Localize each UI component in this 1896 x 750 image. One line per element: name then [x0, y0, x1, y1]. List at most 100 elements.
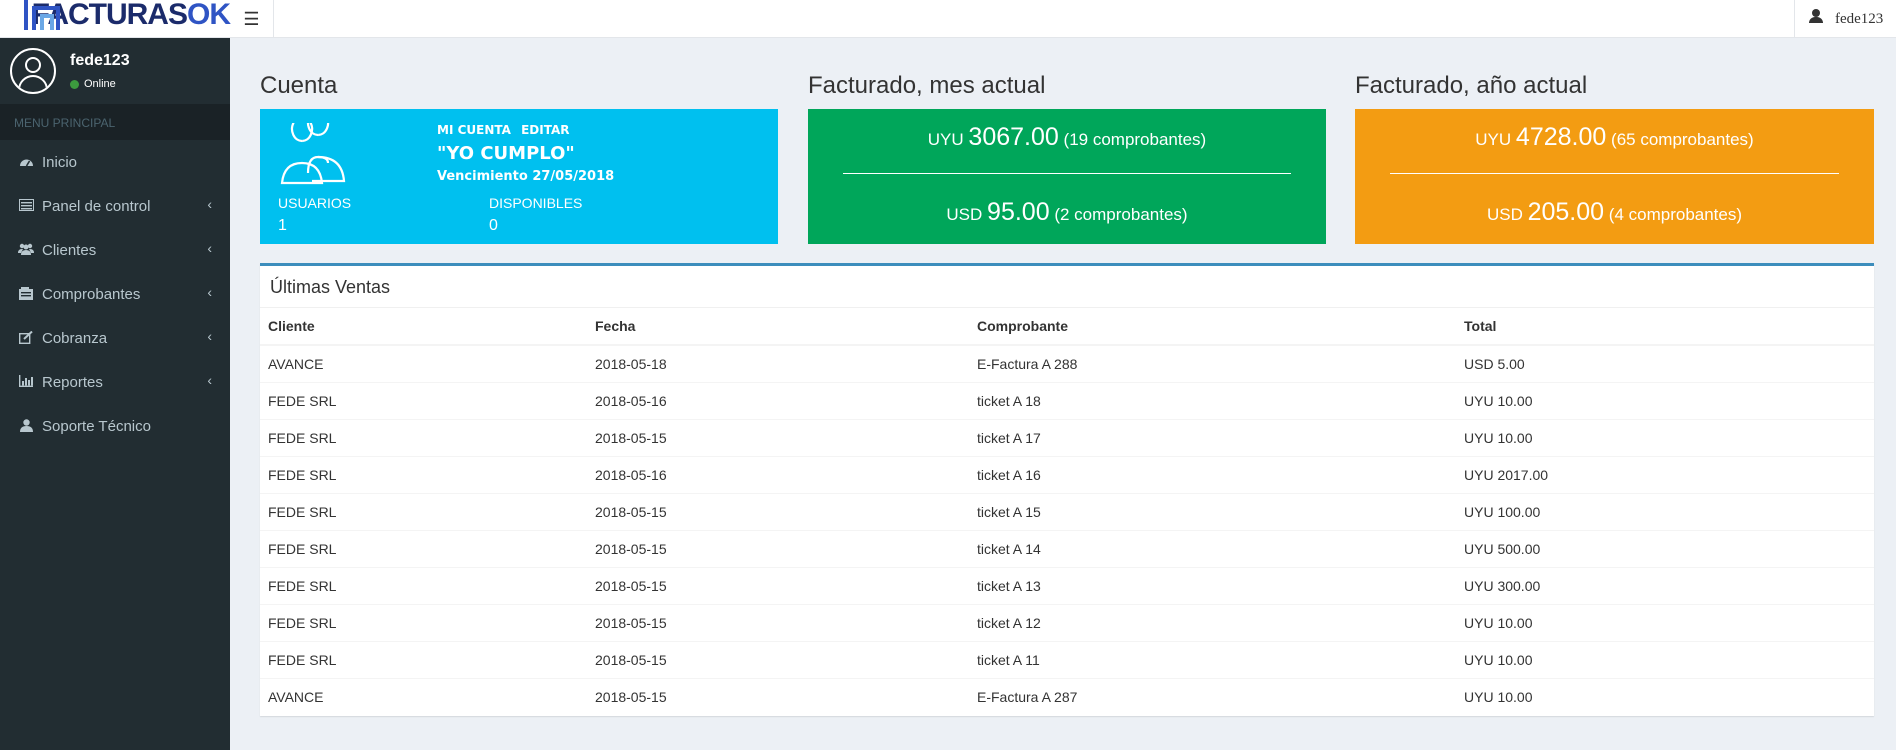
sidebar-item-cobranza[interactable]: Cobranza ‹: [0, 316, 230, 360]
cell-total: USD 5.00: [1456, 344, 1874, 382]
cell-cliente: AVANCE: [260, 677, 587, 715]
sidebar-item-reportes[interactable]: Reportes ‹: [0, 360, 230, 404]
amount-value: 205.00: [1527, 198, 1605, 226]
table-row[interactable]: FEDE SRL 2018-05-15 ticket A 13 UYU 300.00: [260, 566, 1874, 604]
cell-cliente: FEDE SRL: [260, 640, 587, 678]
sidebar-item-clientes[interactable]: Clientes ‹: [0, 228, 230, 272]
bar-chart-icon: [18, 375, 34, 389]
year-billed-usd: USD 205.00 (4 comprobantes): [1355, 198, 1874, 227]
month-billed-usd: USD 95.00 (2 comprobantes): [808, 198, 1326, 227]
cell-cliente: AVANCE: [260, 344, 587, 382]
cell-cliente: FEDE SRL: [260, 381, 587, 419]
cell-total: UYU 10.00: [1456, 381, 1874, 419]
my-account-link[interactable]: MI CUENTA: [437, 123, 511, 137]
avatar: [10, 48, 56, 94]
cell-total: UYU 2017.00: [1456, 455, 1874, 493]
account-due-date: Vencimiento 27/05/2018: [437, 169, 615, 184]
logo-mark: [24, 0, 60, 30]
table-row[interactable]: AVANCE 2018-05-15 E-Factura A 287 UYU 10.00: [260, 677, 1874, 715]
cell-comprobante: ticket A 13: [969, 566, 1456, 604]
chevron-left-icon: ‹: [207, 240, 212, 256]
table-row[interactable]: FEDE SRL 2018-05-15 ticket A 17 UYU 10.00: [260, 418, 1874, 456]
cell-total: UYU 10.00: [1456, 677, 1874, 715]
column-header-total: Total: [1456, 308, 1874, 346]
table-row[interactable]: FEDE SRL 2018-05-15 ticket A 15 UYU 100.00: [260, 492, 1874, 530]
users-icon: [278, 109, 350, 185]
status-dot-icon: [70, 79, 79, 89]
edit-icon: [18, 330, 34, 345]
cell-fecha: 2018-05-15: [587, 603, 969, 641]
sidebar-toggle-button[interactable]: ☰: [230, 0, 274, 38]
sidebar-item-inicio[interactable]: Inicio: [0, 140, 230, 184]
cell-total: UYU 100.00: [1456, 492, 1874, 530]
top-header: FACTURASOK ☰ fede123: [0, 0, 1896, 38]
cell-fecha: 2018-05-15: [587, 529, 969, 567]
amount-value: 3067.00: [968, 123, 1059, 151]
sidebar-item-comprobantes[interactable]: Comprobantes ‹: [0, 272, 230, 316]
cell-comprobante: ticket A 15: [969, 492, 1456, 530]
cell-comprobante: ticket A 11: [969, 640, 1456, 678]
user-icon: [18, 419, 34, 433]
cell-comprobante: ticket A 12: [969, 603, 1456, 641]
currency-label: UYU: [927, 130, 964, 149]
cell-fecha: 2018-05-16: [587, 455, 969, 493]
cell-total: UYU 500.00: [1456, 529, 1874, 567]
currency-label: UYU: [1475, 130, 1512, 149]
latest-sales-box: Últimas Ventas Cliente Fecha Comprobante…: [260, 263, 1874, 716]
table-header-row: Cliente Fecha Comprobante Total: [260, 308, 1874, 346]
table-row[interactable]: FEDE SRL 2018-05-15 ticket A 14 UYU 500.00: [260, 529, 1874, 567]
hamburger-icon: ☰: [243, 8, 260, 29]
cell-comprobante: ticket A 14: [969, 529, 1456, 567]
sidebar-item-label: Clientes: [42, 241, 97, 259]
sidebar-item-panel-de-control[interactable]: Panel de control ‹: [0, 184, 230, 228]
user-icon: [1809, 9, 1823, 23]
cell-total: UYU 10.00: [1456, 640, 1874, 678]
users-label: USUARIOS: [278, 195, 352, 211]
chevron-left-icon: ‹: [207, 196, 212, 212]
divider: [1390, 173, 1839, 174]
sidebar-item-soporte-tecnico[interactable]: Soporte Técnico: [0, 404, 230, 448]
online-status: Online: [70, 78, 116, 90]
cell-fecha: 2018-05-15: [587, 566, 969, 604]
year-billed-uyu: UYU 4728.00 (65 comprobantes): [1355, 123, 1874, 152]
table-row[interactable]: FEDE SRL 2018-05-16 ticket A 18 UYU 10.00: [260, 381, 1874, 419]
sidebar-username: fede123: [70, 52, 130, 69]
table-row[interactable]: AVANCE 2018-05-18 E-Factura A 288 USD 5.00: [260, 344, 1874, 382]
account-box: MI CUENTA EDITAR "YO CUMPLO" Vencimiento…: [260, 109, 778, 244]
dashboard-icon: [18, 155, 34, 169]
chevron-left-icon: ‹: [207, 328, 212, 344]
cell-cliente: FEDE SRL: [260, 455, 587, 493]
user-menu-name: fede123: [1835, 10, 1884, 27]
available-label: DISPONIBLES: [489, 195, 583, 211]
table-row[interactable]: FEDE SRL 2018-05-15 ticket A 12 UYU 10.00: [260, 603, 1874, 641]
sidebar-item-label: Cobranza: [42, 329, 108, 347]
folder-icon: [18, 287, 34, 301]
available-value: 0: [489, 217, 498, 234]
cell-total: UYU 10.00: [1456, 603, 1874, 641]
cell-comprobante: E-Factura A 287: [969, 677, 1456, 715]
amount-value: 4728.00: [1515, 123, 1607, 151]
edit-account-link[interactable]: EDITAR: [521, 123, 569, 137]
cell-cliente: FEDE SRL: [260, 529, 587, 567]
month-billed-box: UYU 3067.00 (19 comprobantes) USD 95.00 …: [808, 109, 1326, 244]
currency-label: USD: [1486, 205, 1523, 224]
user-menu[interactable]: fede123: [1794, 0, 1896, 38]
menu-header: MENU PRINCIPAL: [0, 104, 230, 140]
list-icon: [18, 199, 34, 213]
users-value: 1: [278, 217, 287, 234]
table-row[interactable]: FEDE SRL 2018-05-15 ticket A 11 UYU 10.00: [260, 640, 1874, 678]
logo[interactable]: FACTURASOK: [0, 0, 231, 38]
users-icon: [18, 243, 34, 257]
table-row[interactable]: FEDE SRL 2018-05-16 ticket A 16 UYU 2017.00: [260, 455, 1874, 493]
month-billed-uyu: UYU 3067.00 (19 comprobantes): [808, 123, 1326, 152]
cell-cliente: FEDE SRL: [260, 566, 587, 604]
sidebar: fede123 Online MENU PRINCIPAL Inicio Pan…: [0, 38, 230, 750]
cell-comprobante: ticket A 18: [969, 381, 1456, 419]
cell-cliente: FEDE SRL: [260, 492, 587, 530]
cell-cliente: FEDE SRL: [260, 418, 587, 456]
cell-fecha: 2018-05-15: [587, 418, 969, 456]
sidebar-item-label: Soporte Técnico: [42, 417, 151, 435]
cell-comprobante: ticket A 17: [969, 418, 1456, 456]
sidebar-item-label: Reportes: [42, 373, 103, 391]
chevron-left-icon: ‹: [207, 284, 212, 300]
